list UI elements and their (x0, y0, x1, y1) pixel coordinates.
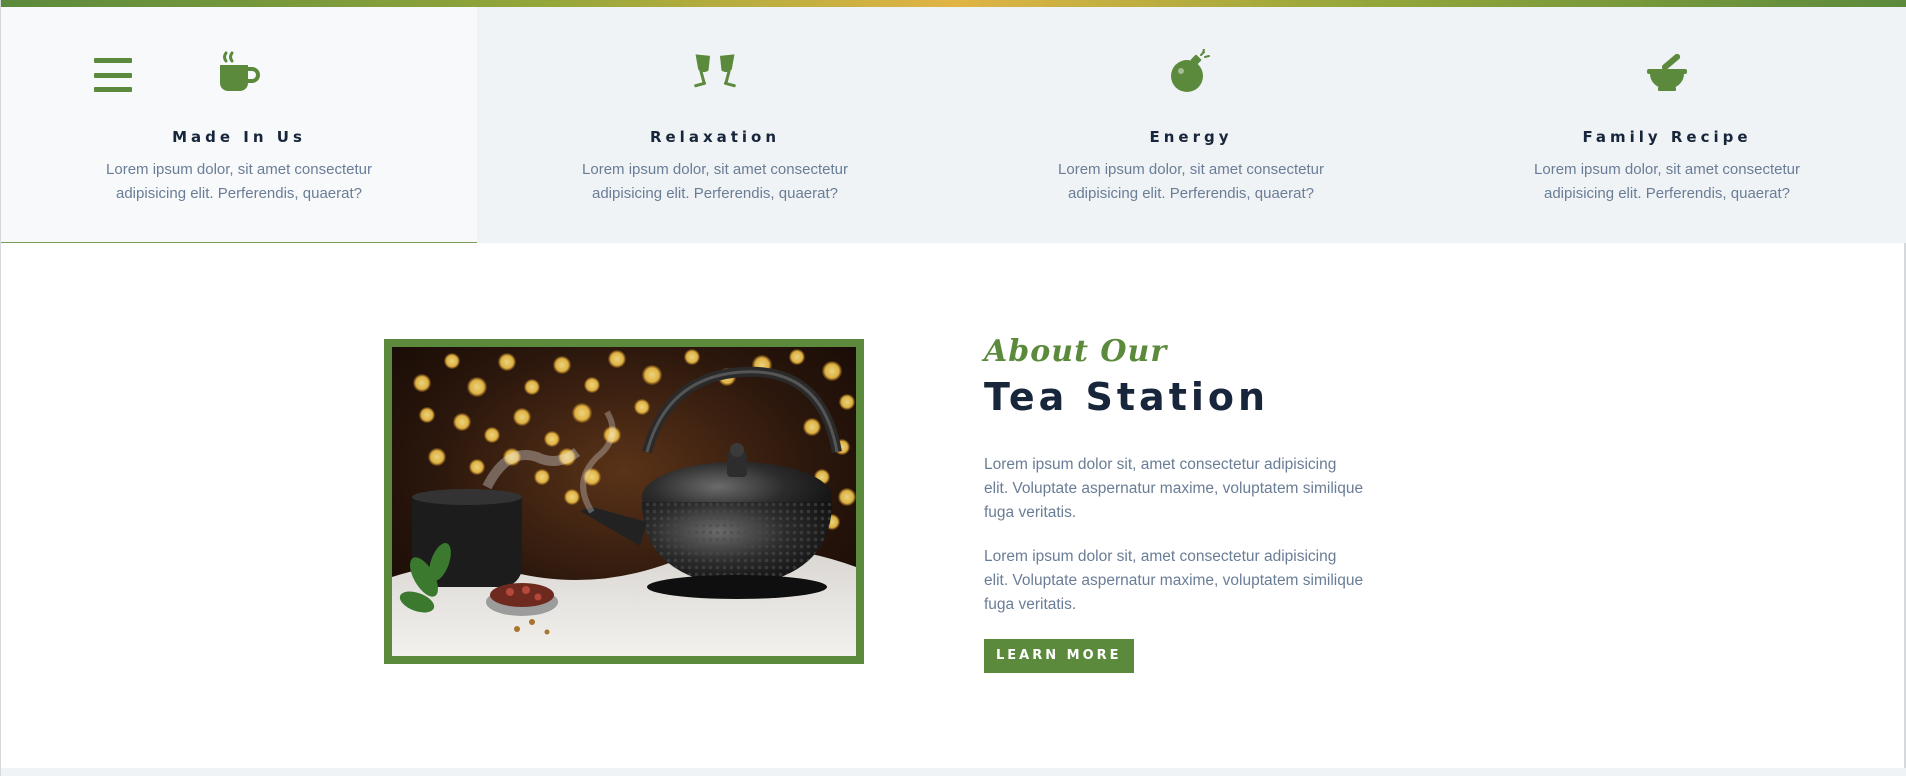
service-title: Relaxation (649, 128, 781, 146)
service-card-made-in-us: Made In Us Lorem ipsum dolor, sit amet c… (1, 7, 477, 243)
service-title: Energy (1149, 128, 1233, 146)
hamburger-menu-icon[interactable] (94, 58, 132, 92)
toasting-glasses-icon (689, 49, 741, 95)
service-card-family-recipe: Family Recipe Lorem ipsum dolor, sit ame… (1429, 7, 1905, 243)
about-paragraph: Lorem ipsum dolor sit, amet consectetur … (984, 548, 1364, 613)
service-card-relaxation: Relaxation Lorem ipsum dolor, sit amet c… (477, 7, 953, 243)
learn-more-button[interactable]: LEARN MORE (984, 639, 1134, 673)
service-description: Lorem ipsum dolor, sit amet consectetur … (106, 161, 372, 202)
service-title: Made In Us (172, 128, 306, 146)
about-image-frame (384, 339, 864, 664)
service-description: Lorem ipsum dolor, sit amet consectetur … (1058, 161, 1324, 202)
service-title: Family Recipe (1582, 128, 1752, 146)
mortar-pestle-icon (1644, 49, 1690, 95)
next-section-edge (1, 768, 1906, 776)
bomb-icon (1168, 49, 1214, 95)
coffee-cup-icon (216, 49, 262, 95)
service-description: Lorem ipsum dolor, sit amet consectetur … (582, 161, 848, 202)
about-title: Tea Station (984, 375, 1270, 419)
about-paragraph: Lorem ipsum dolor sit, amet consectetur … (984, 456, 1364, 521)
top-accent-bar (1, 0, 1906, 7)
about-section: About Our Tea Station Lorem ipsum dolor … (984, 333, 1364, 673)
services-strip: Made In Us Lorem ipsum dolor, sit amet c… (1, 7, 1906, 243)
service-description: Lorem ipsum dolor, sit amet consectetur … (1534, 161, 1800, 202)
teapot-photo (392, 347, 856, 656)
service-card-energy: Energy Lorem ipsum dolor, sit amet conse… (953, 7, 1429, 243)
about-script-heading: About Our (984, 334, 1168, 369)
